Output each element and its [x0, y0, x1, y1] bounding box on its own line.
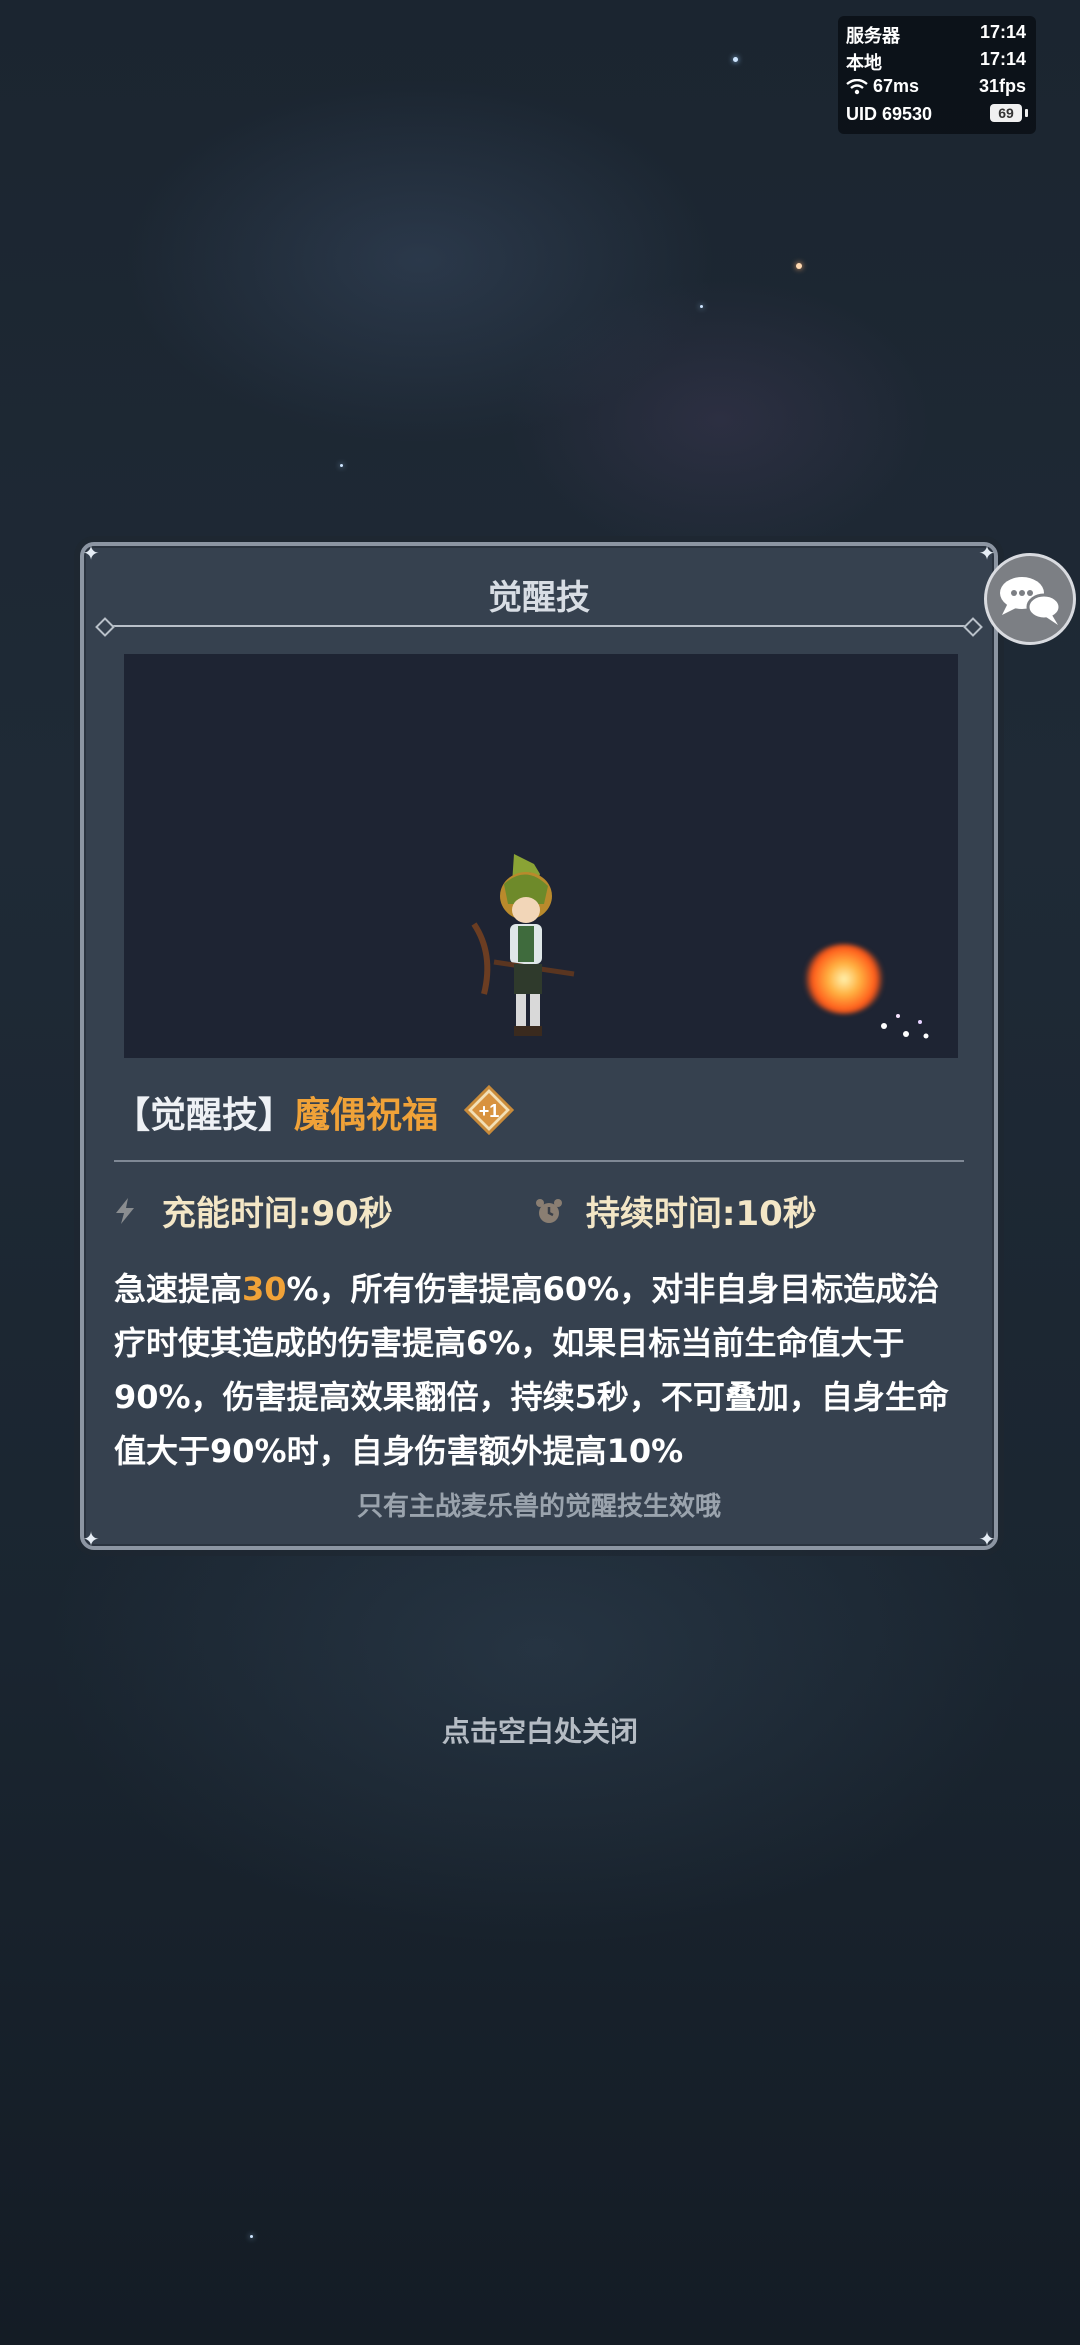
level-badge-icon: +1	[464, 1085, 514, 1135]
background-star	[733, 57, 738, 62]
character-sprite	[471, 854, 575, 1036]
fps-value: 31fps	[978, 76, 1026, 96]
awakening-skill-card: ✦ ✦ ✦ ✦ 觉醒技 【觉醒技】魔偶祝福 +1 充能时间:90秒 持续时间:1…	[80, 542, 998, 1550]
uid-label: UID	[846, 104, 877, 124]
duration-label: 持续时间:10秒	[585, 1194, 817, 1234]
skill-name-text: 魔偶祝福	[294, 1095, 439, 1136]
skill-type-bracket: 【觉醒技】	[114, 1095, 295, 1136]
local-time-label: 本地	[846, 53, 882, 73]
background-star	[340, 464, 343, 467]
wifi-icon	[846, 79, 868, 95]
level-badge-text: +1	[479, 1101, 500, 1121]
background-star	[796, 263, 802, 269]
alarm-clock-icon	[536, 1198, 562, 1223]
skill-note: 只有主战麦乐兽的觉醒技生效哦	[356, 1492, 721, 1522]
title-divider	[108, 625, 970, 627]
ping-value: 67ms	[873, 76, 920, 96]
background-star	[250, 2235, 253, 2238]
local-time-value: 17:14	[979, 49, 1026, 69]
lightning-icon	[116, 1197, 134, 1224]
tap-blank-to-close-hint[interactable]: 点击空白处关闭	[0, 1710, 1080, 1750]
server-time-value: 17:14	[979, 22, 1026, 42]
section-divider	[114, 1160, 964, 1162]
skill-name: 【觉醒技】魔偶祝福	[114, 1086, 438, 1138]
background-star	[700, 305, 703, 308]
skill-description: 急速提高30%，所有伤害提高60%，对非自身目标造成治疗时使其造成的伤害提高6%…	[114, 1262, 970, 1478]
battery-indicator: 69	[990, 104, 1028, 122]
corner-ornament-icon: ✦	[82, 541, 100, 565]
charge-time-stat: 充能时间:90秒	[110, 1186, 393, 1235]
corner-ornament-icon: ✦	[978, 1527, 996, 1551]
fire-effect	[804, 944, 884, 1014]
desc-text-1: 急速提高	[114, 1270, 243, 1308]
sparkle-effect	[881, 1014, 929, 1039]
uid-display: UID 69530	[846, 104, 932, 125]
server-time-label: 服务器	[846, 26, 900, 46]
desc-highlight: 30	[242, 1270, 287, 1308]
debug-status-overlay: 服务器 17:14 本地 17:14 67ms 31fps UID 69530 …	[838, 16, 1036, 134]
uid-value: 69530	[882, 104, 933, 124]
card-title: 觉醒技	[488, 578, 590, 618]
skill-preview-animation	[124, 654, 958, 1058]
corner-ornament-icon: ✦	[82, 1527, 100, 1551]
chat-bubbles-icon	[1000, 577, 1062, 625]
ping-display: 67ms	[846, 76, 919, 97]
duration-stat: 持续时间:10秒	[534, 1186, 817, 1235]
chat-button[interactable]	[984, 553, 1076, 645]
charge-time-label: 充能时间:90秒	[161, 1194, 393, 1234]
